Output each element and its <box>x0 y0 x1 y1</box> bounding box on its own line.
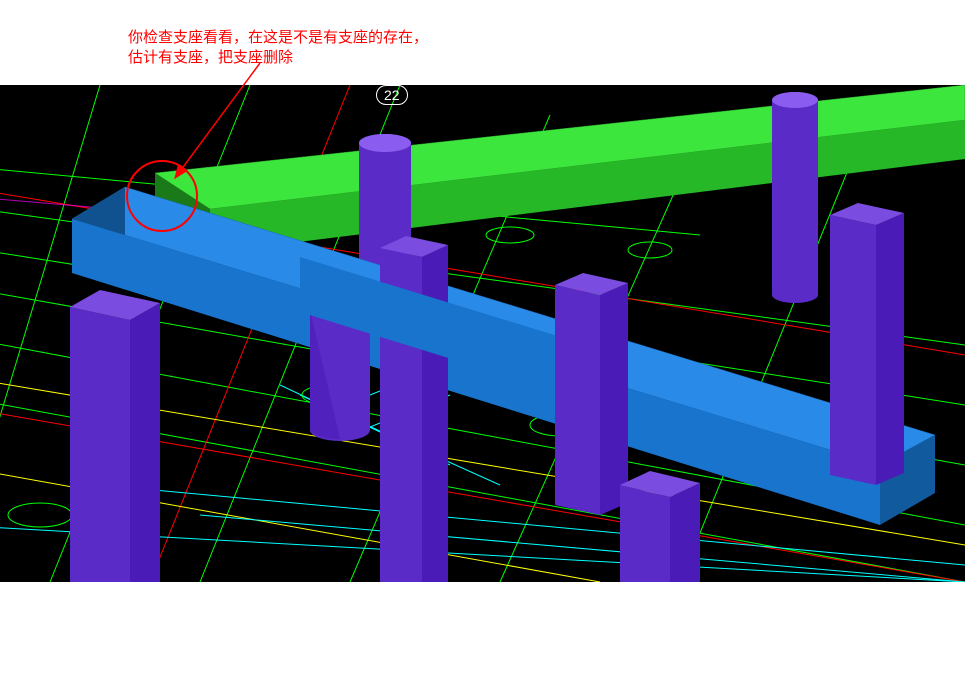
cad-3d-viewport[interactable]: 22 <box>0 85 965 582</box>
cad-render-canvas <box>0 85 965 582</box>
column-footprint <box>628 242 672 258</box>
node-label-22: 22 <box>376 85 408 105</box>
column-footprint <box>8 503 72 527</box>
construction-line-cyan <box>200 515 965 582</box>
purple-column-square-5[interactable] <box>830 203 904 485</box>
purple-column-square-3[interactable] <box>555 273 628 515</box>
purple-column-cylinder-2[interactable] <box>772 92 818 303</box>
annotation-text: 你检查支座看看，在这是不是有支座的存在， 估计有支座，把支座删除 <box>128 28 428 67</box>
purple-column-square-1[interactable] <box>70 290 160 582</box>
column-footprint <box>486 227 534 243</box>
purple-column-square-4[interactable] <box>620 471 700 582</box>
